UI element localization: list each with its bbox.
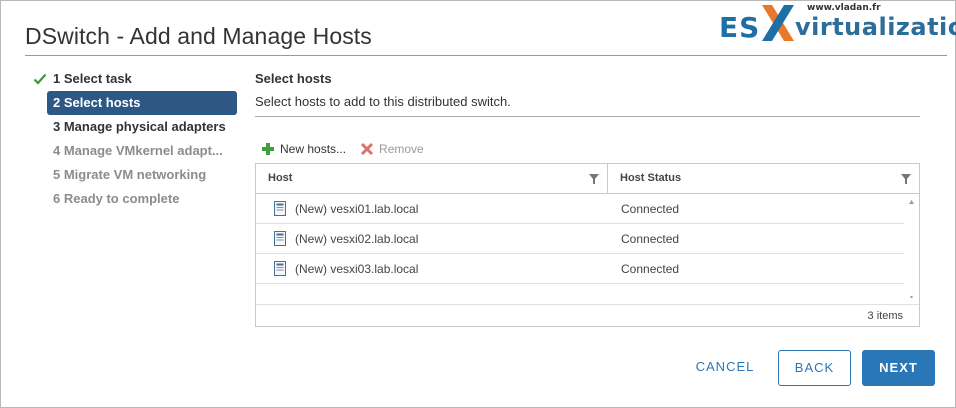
step-label: 5 Migrate VM networking: [53, 167, 207, 182]
watermark-brand-left: ES: [719, 11, 761, 44]
host-name: (New) vesxi03.lab.local: [295, 261, 419, 276]
cancel-button[interactable]: CANCEL: [681, 350, 769, 386]
check-icon: [33, 73, 47, 85]
section-description: Select hosts to add to this distributed …: [255, 94, 511, 109]
dialog: DSwitch - Add and Manage Hosts www.vlada…: [0, 0, 956, 408]
grid-footer-count: 3 items: [256, 304, 919, 326]
grid-scrollbar[interactable]: [904, 194, 919, 304]
step-ready-to-complete: 6 Ready to complete: [31, 187, 237, 211]
remove-label: Remove: [379, 142, 424, 156]
watermark-brand-right: virtualization: [795, 13, 956, 41]
column-header-host[interactable]: Host: [256, 164, 608, 193]
content-divider: [255, 116, 920, 117]
filter-icon[interactable]: [901, 174, 911, 184]
remove-button[interactable]: Remove: [360, 142, 424, 156]
remove-icon: [360, 142, 374, 156]
grid-header: Host Host Status: [256, 164, 919, 194]
host-status: Connected: [621, 231, 680, 246]
step-label: 6 Ready to complete: [53, 191, 180, 206]
column-header-label: Host: [268, 172, 293, 184]
step-manage-vmkernel-adapters: 4 Manage VMkernel adapt...: [31, 139, 237, 163]
host-status: Connected: [621, 261, 680, 276]
grid-body: (New) vesxi01.lab.local Connected (New) …: [256, 194, 919, 304]
step-label: 2 Select hosts: [53, 95, 141, 110]
step-manage-physical-adapters[interactable]: 3 Manage physical adapters: [31, 115, 237, 139]
watermark-x-icon: [762, 5, 794, 41]
wizard-steps: 1 Select task 2 Select hosts 3 Manage ph…: [31, 67, 237, 211]
column-header-label: Host Status: [620, 172, 682, 184]
back-button[interactable]: BACK: [778, 350, 851, 386]
new-hosts-button[interactable]: New hosts...: [261, 142, 346, 156]
section-title: Select hosts: [255, 71, 332, 86]
dialog-title: DSwitch - Add and Manage Hosts: [25, 23, 372, 49]
column-header-host-status[interactable]: Host Status: [608, 164, 919, 193]
new-hosts-label: New hosts...: [280, 142, 347, 156]
host-status: Connected: [621, 201, 680, 216]
watermark-logo: www.vladan.fr ES virtualization: [719, 3, 956, 44]
host-icon: [274, 201, 286, 216]
step-select-hosts[interactable]: 2 Select hosts: [47, 91, 237, 115]
table-row[interactable]: (New) vesxi02.lab.local Connected: [256, 224, 904, 254]
table-row[interactable]: (New) vesxi01.lab.local Connected: [256, 194, 904, 224]
title-divider: [25, 55, 947, 56]
grid-toolbar: New hosts... Remove: [261, 140, 438, 158]
host-name: (New) vesxi01.lab.local: [295, 201, 419, 216]
step-label: 4 Manage VMkernel adapt...: [53, 143, 223, 158]
add-icon: [262, 143, 274, 155]
next-button[interactable]: NEXT: [862, 350, 935, 386]
step-label: 3 Manage physical adapters: [53, 119, 226, 134]
step-select-task[interactable]: 1 Select task: [31, 67, 237, 91]
filter-icon[interactable]: [589, 174, 599, 184]
host-icon: [274, 261, 286, 276]
step-label: 1 Select task: [53, 71, 132, 86]
table-row[interactable]: (New) vesxi03.lab.local Connected: [256, 254, 904, 284]
content-header: Select hosts Select hosts to add to this…: [255, 71, 921, 117]
watermark-site: www.vladan.fr: [807, 3, 881, 13]
step-migrate-vm-networking: 5 Migrate VM networking: [31, 163, 237, 187]
hosts-grid: Host Host Status (New) vesxi01.lab.local…: [255, 163, 920, 327]
host-icon: [274, 231, 286, 246]
host-name: (New) vesxi02.lab.local: [295, 231, 419, 246]
